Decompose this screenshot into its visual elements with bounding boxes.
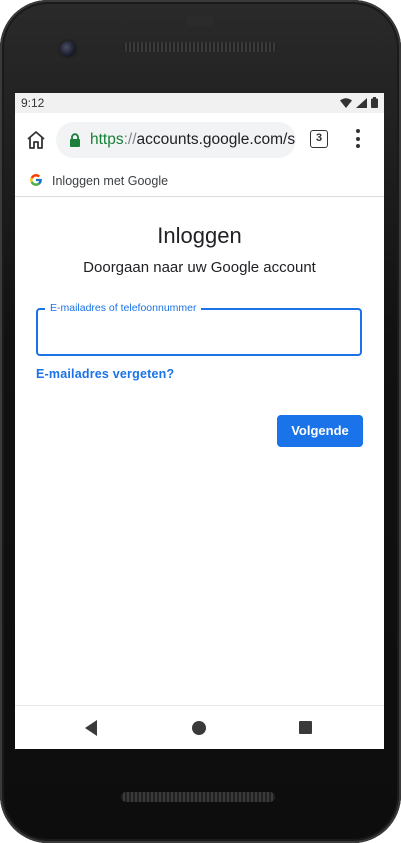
battery-icon [371, 97, 378, 108]
address-bar[interactable]: https://accounts.google.com/s [56, 122, 296, 158]
url-scheme: https [90, 131, 124, 148]
forgot-email-link[interactable]: E-mailadres vergeten? [36, 367, 174, 381]
cell-signal-icon [356, 97, 367, 108]
status-time: 9:12 [21, 96, 45, 110]
home-icon[interactable] [25, 129, 47, 151]
url-separator: :// [123, 131, 137, 148]
google-g-logo-icon [30, 174, 42, 186]
home-circle-icon[interactable] [192, 721, 206, 735]
email-input[interactable] [48, 320, 352, 346]
tab-switcher-button[interactable]: 3 [310, 130, 328, 148]
sensor-slot [186, 16, 214, 26]
bottom-speaker-grille [121, 792, 275, 802]
email-field[interactable]: E-mailadres of telefoonnummer [36, 302, 362, 356]
url-host: accounts.google.com/s [136, 131, 296, 148]
back-icon[interactable] [85, 720, 97, 736]
wifi-icon [340, 97, 352, 108]
next-button[interactable]: Volgende [277, 415, 363, 447]
browser-toolbar: https://accounts.google.com/s 3 [15, 113, 384, 167]
front-camera [60, 41, 76, 57]
recents-icon[interactable] [299, 721, 312, 734]
email-field-label: E-mailadres of telefoonnummer [45, 302, 202, 314]
page-title: Inloggen [157, 223, 242, 248]
url-text: https://accounts.google.com/s [90, 131, 295, 149]
status-bar: 9:12 [15, 93, 384, 113]
signin-header: Inloggen met Google [15, 167, 384, 197]
top-speaker-grille [123, 42, 277, 52]
phone-frame: 9:12 https://accounts.google.com/s 3 Inl… [0, 0, 401, 843]
signin-strip-title: Inloggen met Google [52, 174, 169, 188]
overflow-menu-icon[interactable] [350, 127, 366, 153]
phone-screen: 9:12 https://accounts.google.com/s 3 Inl… [15, 93, 384, 749]
status-icons [340, 97, 378, 108]
page-subtitle: Doorgaan naar uw Google account [83, 259, 316, 276]
system-navigation-bar [15, 705, 384, 749]
lock-icon [70, 133, 80, 147]
